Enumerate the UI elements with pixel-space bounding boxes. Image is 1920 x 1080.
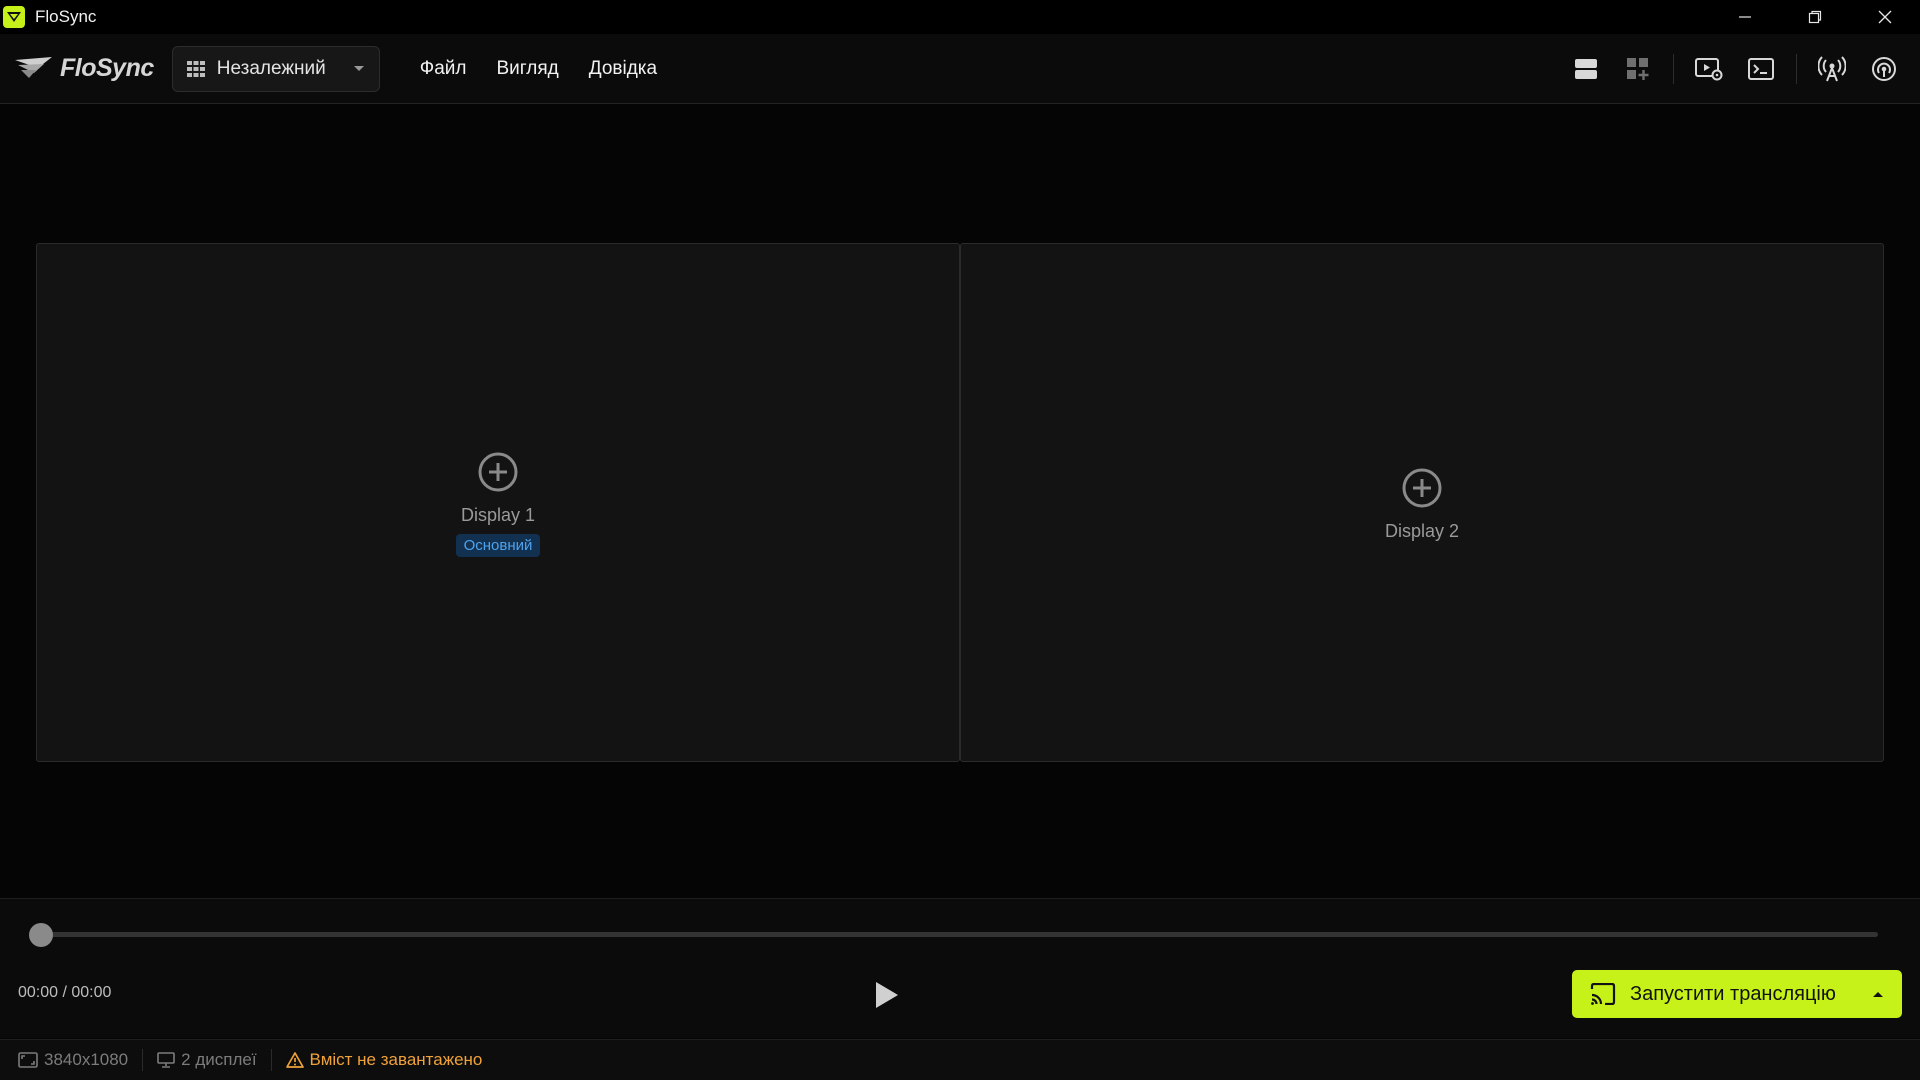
start-broadcast-button[interactable]: Запустити трансляцію	[1572, 970, 1902, 1018]
minimize-button[interactable]	[1710, 0, 1780, 34]
minimize-icon	[1739, 16, 1751, 18]
monitor-icon	[157, 1052, 175, 1068]
broadcast-tower-button[interactable]	[1806, 43, 1858, 95]
display-2-label: Display 2	[1384, 521, 1460, 541]
toolbar-divider	[1796, 54, 1797, 84]
terminal-button[interactable]	[1735, 43, 1787, 95]
signal-button[interactable]	[1858, 43, 1910, 95]
add-widget-button[interactable]	[1612, 43, 1664, 95]
warning-icon	[285, 1052, 304, 1068]
display-count-text: 2 дисплеї	[181, 1050, 257, 1069]
restore-icon	[1808, 10, 1822, 24]
grid-icon	[186, 60, 205, 77]
content-warning-text: Вміст не завантажено	[309, 1050, 483, 1069]
terminal-icon	[1748, 58, 1774, 80]
playback-controls: 00:00 / 00:00 Запустити трансляцію	[0, 898, 1920, 1038]
mode-select-value: Незалежний	[216, 57, 326, 79]
primary-badge: Основний	[455, 534, 541, 557]
layout-rows-button[interactable]	[1560, 43, 1612, 95]
mode-select[interactable]: Незалежний	[171, 45, 380, 92]
start-broadcast-label: Запустити трансляцію	[1630, 982, 1836, 1005]
menu-view[interactable]: Вигляд	[496, 58, 558, 80]
broadcast-tower-icon	[1818, 56, 1846, 82]
close-button[interactable]	[1850, 0, 1920, 34]
time-readout: 00:00 / 00:00	[18, 984, 112, 1001]
brand-name: FloSync	[60, 54, 154, 82]
close-icon	[1878, 10, 1892, 24]
restore-button[interactable]	[1780, 0, 1850, 34]
title-bar: FloSync	[0, 0, 1920, 34]
cast-icon	[1590, 983, 1616, 1005]
add-content-icon[interactable]	[1401, 467, 1443, 509]
flosync-logo-icon	[3, 6, 25, 28]
play-icon	[876, 982, 898, 1008]
flosync-wing-icon	[15, 56, 52, 78]
window-controls	[1710, 0, 1920, 34]
toolbar-divider	[1673, 54, 1674, 84]
aspect-ratio-icon	[18, 1052, 38, 1068]
layout-rows-icon	[1575, 59, 1597, 79]
status-divider	[142, 1049, 144, 1071]
window-title: FloSync	[35, 7, 97, 26]
brand-logo: FloSync	[14, 54, 154, 83]
menu-file[interactable]: Файл	[420, 58, 467, 80]
content-warning-status: Вміст не завантажено	[285, 1050, 483, 1070]
chevron-up-icon[interactable]	[1872, 990, 1884, 998]
status-divider	[270, 1049, 272, 1071]
media-settings-button[interactable]	[1683, 43, 1735, 95]
main-menu: Файл Вигляд Довідка	[420, 58, 657, 80]
resolution-status: 3840x1080	[18, 1050, 128, 1070]
add-content-icon[interactable]	[477, 451, 519, 493]
media-settings-icon	[1695, 58, 1723, 81]
display-count-status: 2 дисплеї	[157, 1050, 257, 1070]
signal-icon	[1872, 57, 1896, 81]
app-bar: FloSync Незалежний Файл Вигляд Довідка	[0, 34, 1920, 104]
display-1-label: Display 1	[460, 505, 536, 525]
display-1-panel[interactable]: Display 1 Основний	[36, 243, 960, 762]
timeline-track[interactable]	[42, 932, 1878, 937]
display-2-panel[interactable]: Display 2	[960, 243, 1884, 762]
resolution-text: 3840x1080	[44, 1050, 129, 1069]
add-widget-icon	[1627, 58, 1649, 80]
play-button[interactable]	[870, 978, 904, 1012]
menu-help[interactable]: Довідка	[589, 58, 657, 80]
toolbar	[1560, 34, 1920, 104]
status-bar: 3840x1080 2 дисплеї Вміст не завантажено	[0, 1039, 1920, 1080]
display-canvas: Display 1 Основний Display 2	[0, 105, 1920, 898]
timeline-handle[interactable]	[29, 923, 53, 947]
chevron-down-icon	[353, 65, 364, 71]
